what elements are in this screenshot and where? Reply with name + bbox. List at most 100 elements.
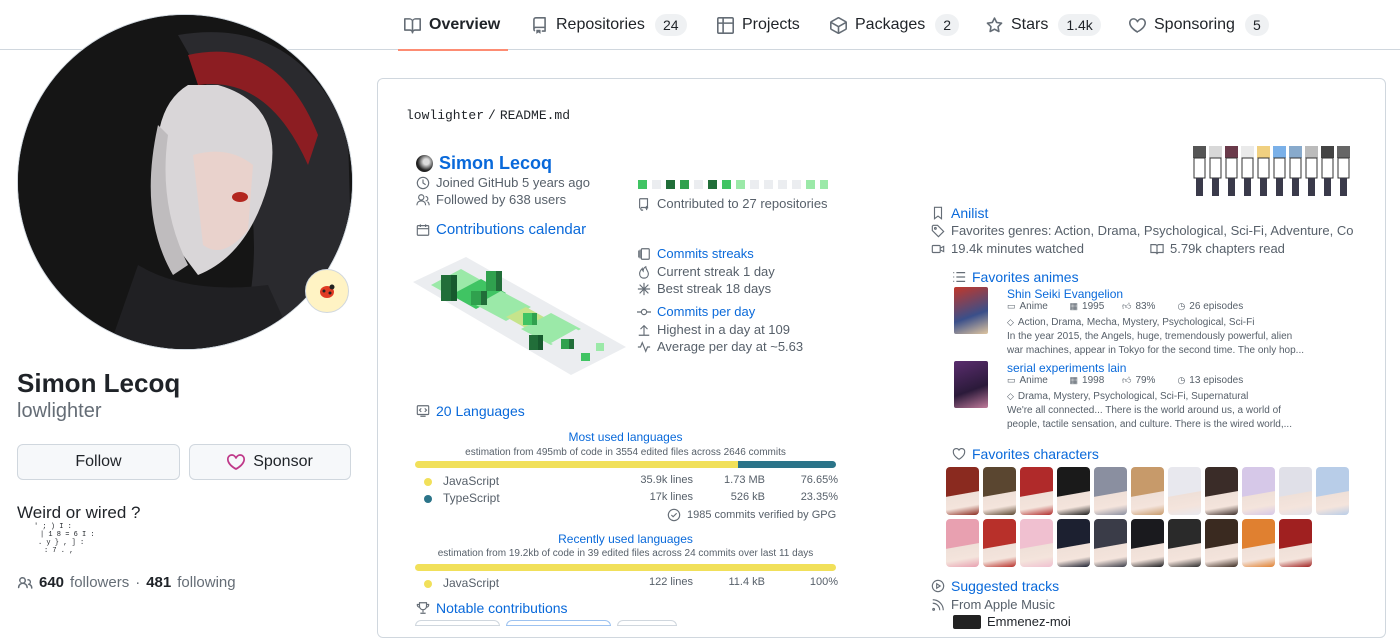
glitch-decoration: ' ; ) I :| 1 8 = 6 I : . y } , ] :: 7 . … [34,523,95,555]
character-portrait[interactable] [1242,519,1275,567]
tracks-title-row: Suggested tracks [931,578,1059,594]
notable-title[interactable]: Notable contributions [436,600,568,616]
character-portrait[interactable] [1316,467,1349,515]
character-portrait[interactable] [1168,519,1201,567]
view-counter-characters [1193,146,1350,196]
most-used-estimation: estimation from 495mb of code in 3554 ed… [465,447,786,458]
profile-bio: Weird or wired ? [17,503,140,523]
highest-row: Highest in a day at 109 [637,322,790,337]
character-portrait[interactable] [1279,467,1312,515]
per-day-title[interactable]: Commits per day [657,304,755,319]
chapters-text: 5.79k chapters read [1170,241,1285,256]
readme-path: lowlighter / README.md [406,108,570,123]
streak-icon [638,247,650,260]
anime-score: 83% [1135,301,1156,312]
character-portrait[interactable] [1168,467,1201,515]
language-color-dot [424,495,432,503]
metrics-user-name[interactable]: Simon Lecoq [439,153,552,174]
follow-counts: 640 followers · 481 following [17,574,236,591]
anime-title[interactable]: serial experiments lain [1007,361,1126,375]
favorite-characters-title[interactable]: Favorites characters [972,446,1099,462]
track-item[interactable]: Emmenez-moi [953,614,1071,629]
tracks-title[interactable]: Suggested tracks [951,578,1059,594]
character-portrait[interactable] [946,467,979,515]
anilist-title-row: Anilist [931,205,988,221]
anime-description-line: war machines, appear in Tokyo for the se… [1007,345,1305,356]
character-portrait[interactable] [1020,519,1053,567]
mini-avatar [416,155,433,172]
counter-figure [1257,146,1270,196]
anilist-title[interactable]: Anilist [951,205,988,221]
tab-repositories-label: Repositories [556,16,645,33]
character-portrait[interactable] [1057,519,1090,567]
contributed-row: Contributed to 27 repositories [637,196,828,211]
tab-sponsoring[interactable]: Sponsoring 5 [1129,0,1269,50]
character-portrait[interactable] [1131,519,1164,567]
language-name: JavaScript [443,576,500,590]
character-portrait[interactable] [1279,519,1312,567]
genres-row: Favorites genres: Action, Drama, Psychol… [931,223,1359,238]
follow-button[interactable]: Follow [17,444,180,480]
sponsor-button[interactable]: Sponsor [189,444,351,480]
verified-icon [667,508,681,522]
table-icon [717,16,734,34]
streaks-title[interactable]: Commits streaks [657,246,754,261]
track-title: Emmenez-moi [987,614,1071,629]
language-percent: 76.65% [800,474,838,486]
status-emoji-button[interactable] [305,269,349,313]
anime-description-line: In the year 2015, the Angels, huge, trem… [1007,331,1293,342]
favorite-animes-title[interactable]: Favorites animes [972,269,1079,285]
character-portrait[interactable] [1205,467,1238,515]
character-portrait[interactable] [1205,519,1238,567]
character-portrait[interactable] [1057,467,1090,515]
tab-repositories[interactable]: Repositories 24 [531,0,687,50]
character-portrait[interactable] [983,519,1016,567]
heart-icon [952,448,966,460]
language-lines: 122 lines [648,576,693,588]
notable-badge[interactable] [506,620,611,626]
current-streak-row: Current streak 1 day [637,264,775,279]
calendar-title[interactable]: Contributions calendar [436,221,586,238]
character-portrait[interactable] [983,467,1016,515]
readme-path-file[interactable]: README.md [500,108,570,123]
followers-count[interactable]: 640 [39,574,64,591]
anime-cover[interactable] [954,361,988,408]
character-portrait[interactable] [1094,467,1127,515]
following-label[interactable]: following [177,574,235,591]
readme-card: lowlighter / README.md Simon Lecoq Joine… [377,78,1386,638]
character-portrait[interactable] [1020,467,1053,515]
language-bar-segment [737,461,836,468]
git-commit-icon [637,308,651,315]
book-icon [404,17,421,34]
tracks-source-text: From Apple Music [951,597,1056,612]
highest-text: Highest in a day at 109 [657,322,790,337]
svg-text:. y } , ] :: . y } , ] : [38,539,84,547]
followed-row: Followed by 638 users [416,192,566,207]
character-portrait[interactable] [1242,467,1275,515]
favorite-animes-title-row: Favorites animes [952,269,1079,285]
character-portrait[interactable] [1131,467,1164,515]
counter-figure [1273,146,1286,196]
notable-badge[interactable] [617,620,677,626]
language-size: 11.4 kB [728,576,766,588]
minutes-text: 19.4k minutes watched [951,241,1084,256]
language-size: 1.73 MB [724,474,765,486]
book-icon [1150,243,1164,254]
followers-label[interactable]: followers [70,574,129,591]
counter-figure [1289,146,1302,196]
anime-title[interactable]: Shin Seiki Evangelion [1007,287,1123,301]
code-square-icon [416,405,430,417]
following-count[interactable]: 481 [146,574,171,591]
tab-stars[interactable]: Stars 1.4k [986,0,1101,50]
character-portrait[interactable] [946,519,979,567]
anime-cover[interactable] [954,287,988,334]
chapters-row: 5.79k chapters read [1150,241,1285,256]
tab-overview[interactable]: Overview [397,0,509,51]
avatar[interactable] [17,14,353,350]
tab-packages[interactable]: Packages 2 [830,0,960,50]
tab-projects[interactable]: Projects [717,0,800,50]
readme-path-user[interactable]: lowlighter [406,108,484,123]
languages-title[interactable]: 20 Languages [436,403,525,419]
character-portrait[interactable] [1094,519,1127,567]
notable-badge[interactable] [415,620,500,626]
